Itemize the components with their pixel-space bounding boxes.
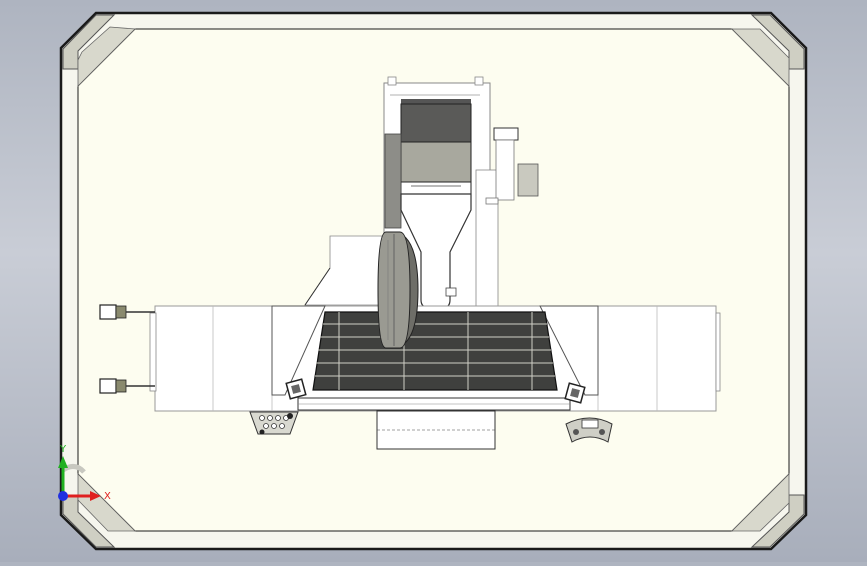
- worktable: [312, 311, 558, 391]
- rotary-turntable: [377, 231, 419, 349]
- right-work-light: [564, 382, 586, 404]
- coolant-manifold: [249, 411, 299, 435]
- y-axis-label: Y: [59, 444, 67, 455]
- origin-point: [58, 491, 68, 501]
- drawing-canvas: Y X: [58, 11, 808, 551]
- spindle-clamp: [445, 287, 457, 297]
- cad-viewport[interactable]: Y X: [0, 0, 867, 562]
- x-axis-label: X: [104, 491, 111, 502]
- chip-tray: [376, 410, 496, 450]
- left-work-light: [285, 378, 307, 400]
